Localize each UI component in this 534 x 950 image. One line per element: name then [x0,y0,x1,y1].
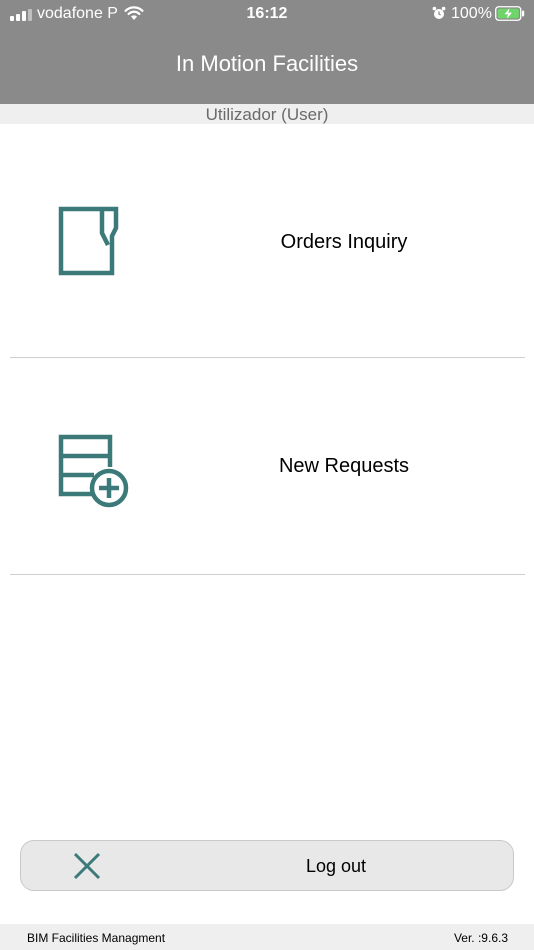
user-label: Utilizador (User) [0,104,534,124]
battery-percent: 100% [451,5,492,22]
document-icon [58,206,119,276]
footer-version: Ver. :9.6.3 [453,931,508,945]
alarm-icon [432,6,446,19]
footer: BIM Facilities Managment Ver. :9.6.3 [0,924,534,950]
status-bar: vodafone P 16:12 100% [0,0,534,28]
menu-item-new-requests[interactable]: New Requests [0,358,534,574]
logout-label: Log out [305,856,367,876]
add-request-icon [58,434,129,508]
menu-item-label: New Requests [278,455,410,477]
battery-charging-icon [495,6,525,21]
menu-item-label: Orders Inquiry [280,231,408,253]
menu-item-orders-inquiry[interactable]: Orders Inquiry [0,124,534,357]
footer-app-name: BIM Facilities Managment [27,931,166,945]
logout-button[interactable]: Log out [20,840,514,891]
page-title: In Motion Facilities [175,51,359,76]
nav-header: In Motion Facilities [0,28,534,104]
divider [10,574,525,575]
close-icon [73,852,101,880]
